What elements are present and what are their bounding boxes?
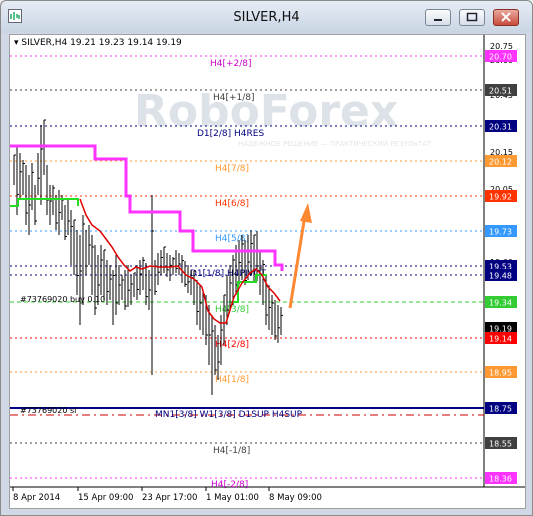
time-axis: 8 Apr 2014 15 Apr 09:00 23 Apr 17:00 1 May … bbox=[12, 487, 322, 503]
close-button[interactable] bbox=[493, 9, 519, 26]
order-buy-label: #73769020 buy 0.10 bbox=[20, 295, 105, 304]
price-marker: 19.92 bbox=[485, 190, 517, 202]
price-chart[interactable]: RoboForex НАДЕЖНОЕ РЕШЕНИЕ — ПРАКТИЧЕСКИ… bbox=[10, 35, 525, 508]
svg-text:20.12: 20.12 bbox=[489, 158, 512, 167]
maximize-icon bbox=[466, 12, 478, 22]
svg-text:19.92: 19.92 bbox=[489, 193, 512, 202]
level-label-mn1: MN1[3/8] W1[3/8] D1SUP H4SUP bbox=[155, 410, 303, 420]
level-label-h4-2: H4[2/8] bbox=[215, 340, 249, 350]
level-label-h4-1: H4[1/8] bbox=[215, 375, 249, 385]
price-marker: 18.75 bbox=[485, 402, 517, 414]
price-marker: 19.34 bbox=[485, 296, 517, 308]
price-marker: 18.95 bbox=[485, 366, 517, 378]
forecast-arrow bbox=[288, 203, 312, 309]
price-marker: 20.31 bbox=[485, 120, 517, 132]
chart-menu-icon[interactable]: ▾ bbox=[14, 38, 19, 48]
window-title: SILVER,H4 bbox=[233, 10, 300, 25]
time-tick: 8 Apr 2014 bbox=[13, 493, 60, 503]
svg-text:19.34: 19.34 bbox=[489, 299, 512, 308]
svg-text:18.36: 18.36 bbox=[489, 475, 512, 484]
symbol-info: ▾ SILVER,H4 19.21 19.23 19.14 19.19 bbox=[14, 38, 182, 48]
price-marker: 18.55 bbox=[485, 437, 517, 449]
price-marker: 19.73 bbox=[485, 225, 517, 237]
maximize-button[interactable] bbox=[459, 9, 485, 26]
level-label-h4-3: H4[3/8] bbox=[215, 305, 249, 315]
chart-area[interactable]: RoboForex НАДЕЖНОЕ РЕШЕНИЕ — ПРАКТИЧЕСКИ… bbox=[9, 34, 526, 509]
level-label-h4-5: H4[5/8] bbox=[215, 234, 249, 244]
price-marker: 19.48 bbox=[485, 269, 517, 281]
svg-text:20.70: 20.70 bbox=[489, 53, 512, 62]
price-axis[interactable]: 20.7520.6020.4520.1520.0519.7519.6019.30… bbox=[485, 42, 517, 486]
svg-text:20.31: 20.31 bbox=[489, 123, 512, 132]
time-tick: 8 May 09:00 bbox=[269, 493, 322, 503]
price-marker: 18.36 bbox=[485, 472, 517, 484]
svg-text:19.14: 19.14 bbox=[489, 335, 512, 344]
close-icon bbox=[501, 12, 511, 22]
time-tick: 15 Apr 09:00 bbox=[78, 493, 133, 503]
level-label-h4-6: H4[6/8] bbox=[215, 199, 249, 209]
time-tick: 1 May 01:00 bbox=[206, 493, 259, 503]
chart-window: SILVER,H4 RoboForex НАДЕЖНОЕ РЕШЕНИЕ — П… bbox=[0, 0, 533, 516]
svg-text:18.95: 18.95 bbox=[489, 369, 512, 378]
price-marker: 19.14 bbox=[485, 332, 517, 344]
svg-text:19.73: 19.73 bbox=[489, 228, 512, 237]
price-marker: 20.12 bbox=[485, 155, 517, 167]
level-label-h4-minus2: H4[-2/8] bbox=[211, 480, 248, 490]
title-bar[interactable]: SILVER,H4 bbox=[1, 1, 532, 33]
level-label-h4-minus1: H4[-1/8] bbox=[213, 446, 250, 456]
time-tick: 23 Apr 17:00 bbox=[142, 493, 197, 503]
watermark-brand: RoboForex bbox=[134, 86, 398, 137]
symbol-label: SILVER,H4 bbox=[21, 38, 68, 48]
level-label-d1-h4res: D1[2/8] H4RES bbox=[197, 129, 264, 139]
svg-text:18.55: 18.55 bbox=[489, 440, 512, 449]
level-label-h4-plus2: H4[+2/8] bbox=[210, 59, 252, 69]
level-label-h4-7: H4[7/8] bbox=[215, 164, 249, 174]
watermark-tagline: НАДЕЖНОЕ РЕШЕНИЕ — ПРАКТИЧЕСКИЙ РЕЗУЛЬТА… bbox=[238, 139, 432, 148]
svg-text:20.51: 20.51 bbox=[489, 87, 512, 96]
ohlc-values: 19.21 19.23 19.14 19.19 bbox=[70, 38, 182, 48]
svg-text:19.48: 19.48 bbox=[489, 272, 512, 281]
minimize-button[interactable] bbox=[425, 9, 451, 26]
price-bars bbox=[13, 119, 283, 395]
level-label-h4-plus1: H4[+1/8] bbox=[213, 93, 255, 103]
minimize-icon bbox=[434, 19, 442, 21]
price-marker: 20.51 bbox=[485, 84, 517, 96]
price-marker: 20.70 bbox=[485, 50, 517, 62]
svg-text:18.75: 18.75 bbox=[489, 405, 512, 414]
order-sl-label: #73769020 sl bbox=[20, 406, 76, 415]
price-tick: 20.75 bbox=[490, 42, 513, 51]
